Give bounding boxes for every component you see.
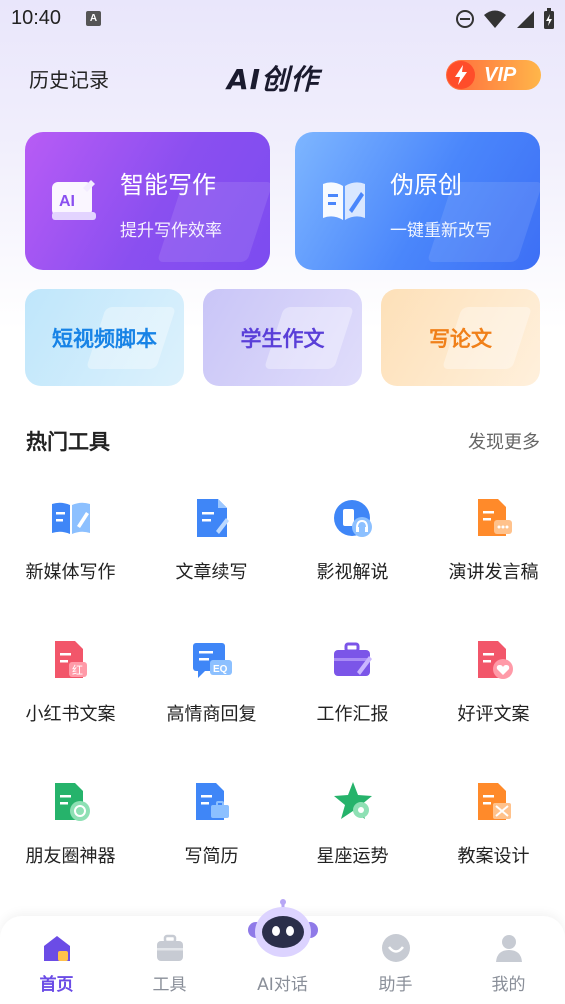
notification-icon: A: [86, 11, 101, 26]
status-icons: [455, 8, 555, 30]
card-label: 写论文: [429, 326, 492, 351]
red-note-icon: 红: [54, 641, 87, 678]
tool-label: 星座运势: [316, 846, 389, 867]
robot-icon[interactable]: [246, 898, 320, 964]
tool-label: 影视解说: [316, 562, 389, 583]
nav-label: 助手: [378, 975, 413, 995]
tool-label: 演讲发言稿: [448, 562, 539, 583]
tool-label: 教案设计: [457, 846, 530, 867]
ai-writing-icon: AI: [52, 180, 96, 220]
card-subtitle: 一键重新改写: [390, 221, 492, 241]
student-essay-card[interactable]: 学生作文: [203, 289, 362, 386]
status-bar: 10:40 A: [0, 0, 565, 40]
briefcase-pen-icon: [333, 642, 372, 676]
headset-icon: [333, 500, 372, 537]
eq-chat-icon: EQ: [192, 643, 232, 678]
nav-label: 我的: [491, 975, 526, 995]
tool-film-commentary[interactable]: 影视解说: [282, 476, 423, 596]
open-book-pen-icon: [51, 502, 90, 534]
card-subtitle: 提升写作效率: [120, 221, 222, 241]
tool-xiaohongshu-copy[interactable]: 红 小红书文案: [0, 618, 141, 738]
card-title: 智能写作: [120, 171, 216, 199]
tool-horoscope[interactable]: 星座运势: [282, 760, 423, 880]
top-header: 历史记录 AI创作 VIP: [0, 52, 565, 104]
card-title: 伪原创: [390, 171, 462, 199]
tool-label: 高情商回复: [166, 704, 257, 725]
vip-button[interactable]: VIP: [446, 60, 541, 90]
speech-document-icon: [477, 499, 512, 536]
tool-label: 朋友圈神器: [25, 846, 116, 867]
tool-label: 写简历: [184, 846, 239, 867]
nav-label: AI对话: [257, 975, 308, 995]
document-pen-icon: [196, 499, 229, 537]
nav-profile[interactable]: 我的: [452, 916, 565, 1004]
moments-document-icon: [54, 783, 90, 821]
heart-document-icon: [477, 641, 513, 679]
tool-moments-helper[interactable]: 朋友圈神器: [0, 760, 141, 880]
pseudo-original-card[interactable]: 伪原创 一键重新改写: [295, 132, 540, 270]
tool-new-media-writing[interactable]: 新媒体写作: [0, 476, 141, 596]
nav-home[interactable]: 首页: [0, 916, 113, 1004]
profile-icon: [495, 935, 522, 962]
toolbox-icon: [156, 934, 183, 961]
svg-text:EQ: EQ: [213, 664, 228, 675]
write-paper-card[interactable]: 写论文: [381, 289, 540, 386]
nav-label: 首页: [39, 975, 74, 995]
history-button[interactable]: 历史记录: [29, 64, 109, 93]
app-title: AI创作: [227, 63, 320, 96]
status-time: 10:40: [11, 7, 62, 29]
star-clover-icon: [333, 782, 372, 819]
vip-label: VIP: [484, 63, 517, 86]
nav-label: 工具: [152, 975, 187, 995]
battery-icon: [544, 8, 554, 29]
nav-assistant[interactable]: 助手: [339, 916, 452, 1004]
tool-positive-review[interactable]: 好评文案: [423, 618, 564, 738]
do-not-disturb-icon: [456, 10, 474, 28]
section-title: 热门工具: [26, 430, 110, 454]
tool-high-eq-reply[interactable]: EQ 高情商回复: [141, 618, 282, 738]
lesson-plan-icon: [477, 783, 511, 820]
tool-label: 文章续写: [175, 562, 248, 583]
assistant-icon: [381, 934, 410, 962]
tool-label: 小红书文案: [25, 704, 116, 725]
wifi-icon: [484, 10, 506, 28]
book-edit-icon: [323, 182, 365, 220]
tool-article-continue[interactable]: 文章续写: [141, 476, 282, 596]
tool-speech-draft[interactable]: 演讲发言稿: [423, 476, 564, 596]
resume-document-icon: [195, 783, 229, 820]
tool-write-resume[interactable]: 写简历: [141, 760, 282, 880]
svg-text:AI: AI: [59, 193, 75, 210]
card-label: 学生作文: [240, 326, 325, 351]
tool-label: 工作汇报: [316, 704, 389, 725]
tool-label: 好评文案: [457, 704, 530, 725]
short-video-script-card[interactable]: 短视频脚本: [25, 289, 184, 386]
card-label: 短视频脚本: [52, 326, 157, 351]
discover-more-link[interactable]: 发现更多: [468, 428, 540, 454]
smart-writing-card[interactable]: AI 智能写作 提升写作效率: [25, 132, 270, 270]
home-icon: [43, 936, 70, 961]
signal-icon: [517, 11, 534, 28]
hot-tools-header: 热门工具 发现更多: [0, 424, 565, 456]
tool-label: 新媒体写作: [25, 562, 116, 583]
tool-lesson-plan[interactable]: 教案设计: [423, 760, 564, 880]
nav-tools[interactable]: 工具: [113, 916, 226, 1004]
tool-work-report[interactable]: 工作汇报: [282, 618, 423, 738]
lightning-icon: [446, 60, 476, 90]
svg-text:红: 红: [72, 664, 83, 677]
